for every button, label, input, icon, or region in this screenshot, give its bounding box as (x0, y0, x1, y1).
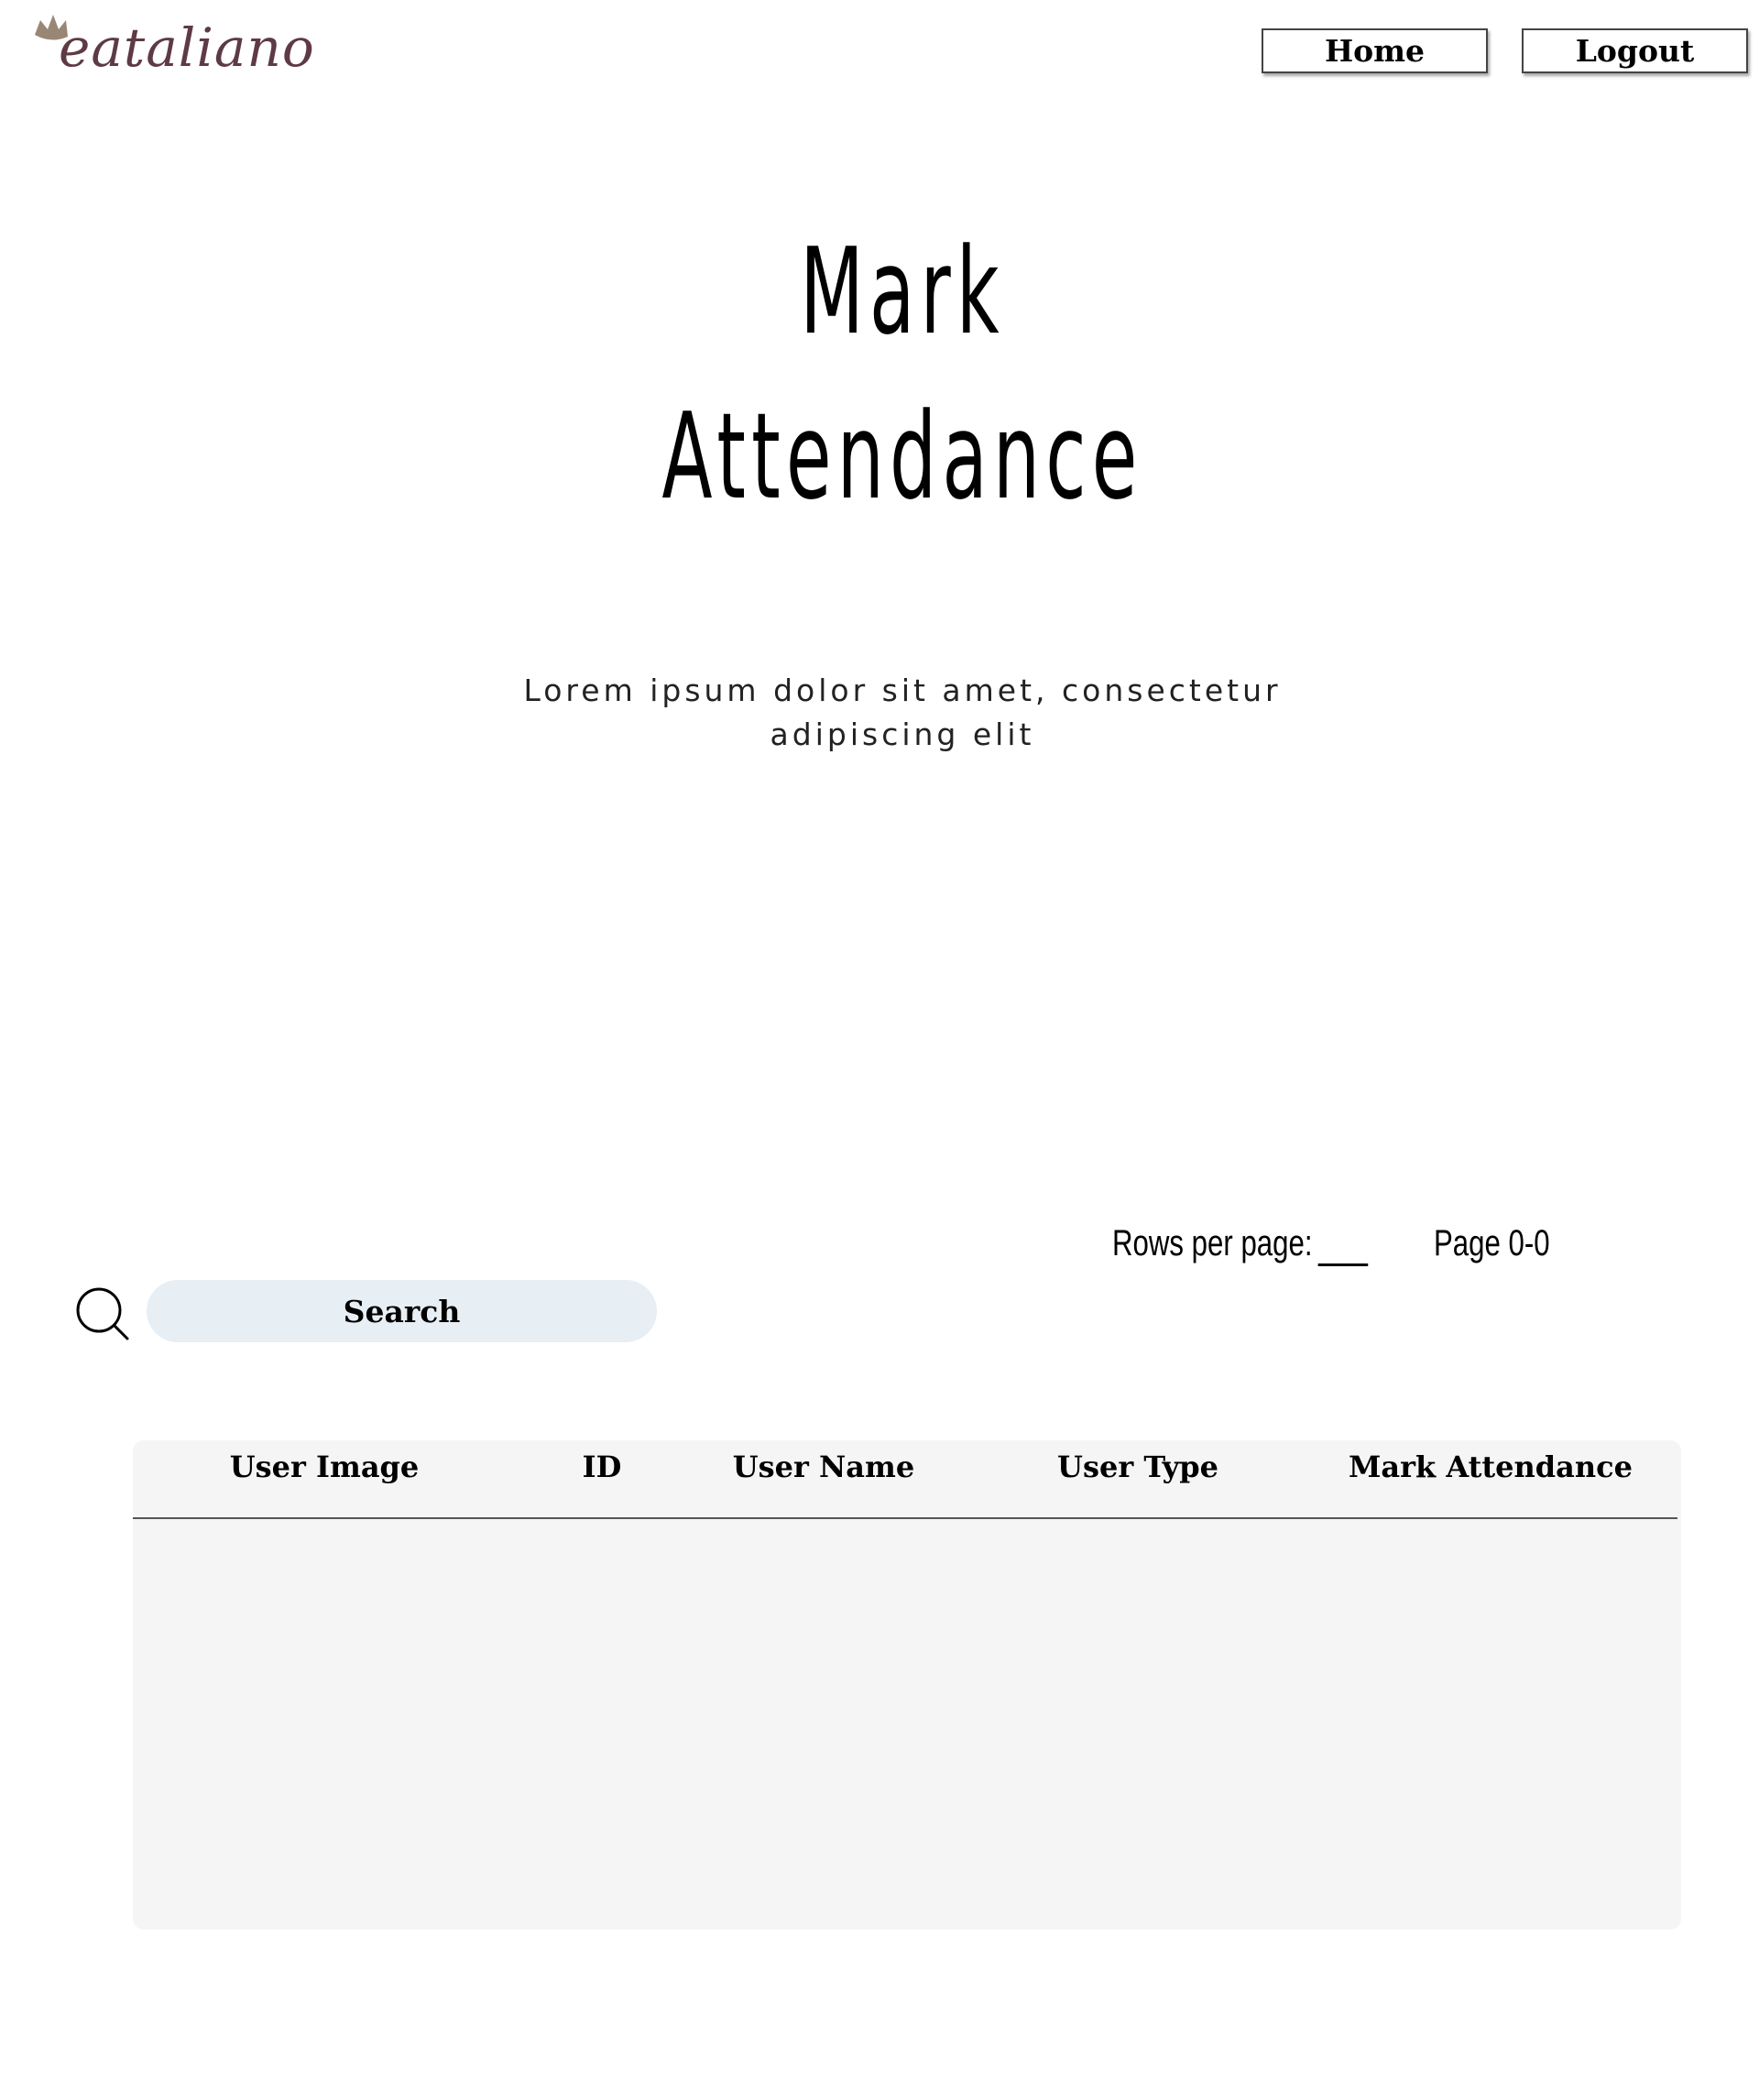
search-icon[interactable] (75, 1286, 132, 1343)
column-header-mark-attendance[interactable]: Mark Attendance (1349, 1446, 1633, 1488)
table-body (133, 1519, 1681, 1930)
brand-logo[interactable]: eataliano (33, 0, 317, 82)
page-subtitle: Lorem ipsum dolor sit amet, consectetur … (513, 669, 1292, 757)
attendance-table: User Image ID User Name User Type Mark A… (133, 1440, 1681, 1930)
search-input[interactable] (147, 1280, 657, 1342)
rows-per-page-control[interactable]: Rows per page: (1112, 1220, 1369, 1266)
svg-text:eataliano: eataliano (59, 16, 315, 79)
column-header-user-name[interactable]: User Name (733, 1446, 914, 1488)
subtitle-line2: adipiscing elit (770, 716, 1035, 752)
table-header: User Image ID User Name User Type Mark A… (133, 1440, 1677, 1519)
page-indicator: Page 0-0 (1434, 1223, 1550, 1263)
column-header-id[interactable]: ID (583, 1446, 622, 1488)
column-header-user-type[interactable]: User Type (1057, 1446, 1218, 1488)
rows-per-page-select[interactable] (1317, 1229, 1369, 1266)
logout-button[interactable]: Logout (1522, 28, 1748, 73)
page-title-line2: Attendance (661, 387, 1143, 526)
subtitle-line1: Lorem ipsum dolor sit amet, consectetur (523, 673, 1282, 708)
page-title: Mark Attendance (343, 209, 1461, 539)
rows-per-page-label: Rows per page: (1112, 1223, 1313, 1263)
page-title-line1: Mark (800, 222, 1005, 361)
column-header-user-image[interactable]: User Image (230, 1446, 420, 1488)
home-button[interactable]: Home (1262, 28, 1488, 73)
